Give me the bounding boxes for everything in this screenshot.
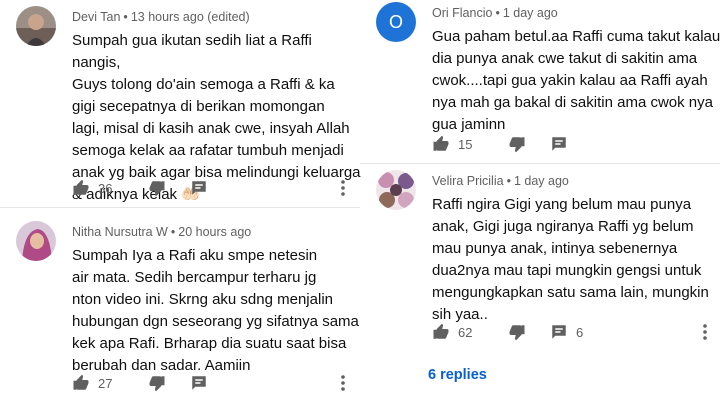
thumbs-down-icon	[149, 181, 165, 197]
comment-time[interactable]: 1 day ago	[503, 6, 558, 20]
comment-icon	[552, 325, 566, 339]
thumbs-down-icon	[509, 137, 525, 153]
dislike-button[interactable]	[124, 374, 166, 392]
like-button[interactable]: 62	[432, 323, 484, 341]
reply-button[interactable]	[526, 135, 568, 153]
thumbs-down-icon	[509, 325, 525, 341]
comment-actions: 62 6	[432, 320, 583, 344]
avatar[interactable]	[16, 6, 56, 46]
like-button[interactable]: 15	[432, 135, 484, 153]
reply-count: 6	[576, 324, 584, 340]
separator: •	[506, 174, 511, 188]
avatar[interactable]: O	[376, 2, 416, 42]
more-vert-icon[interactable]	[340, 374, 346, 392]
avatar-letter: O	[388, 11, 403, 32]
thumbs-up-icon	[73, 179, 89, 195]
reply-button[interactable]	[166, 374, 208, 392]
dislike-button[interactable]	[124, 179, 166, 197]
comment-text: Raffi ngira Gigi yang belum mau punya an…	[432, 196, 709, 323]
comment-actions: 27	[72, 371, 208, 395]
comment-text: Sumpah Iya a Rafi aku smpe netesin air m…	[72, 247, 359, 374]
comment-author[interactable]: Velira Pricilia	[432, 174, 504, 188]
dislike-button[interactable]	[484, 135, 526, 153]
comment-text: Gua paham betul.aa Raffi cuma takut kala…	[432, 28, 720, 133]
comment-time[interactable]: 1 day ago	[514, 174, 569, 188]
like-count: 36	[98, 180, 113, 196]
separator: •	[495, 6, 500, 20]
comment-icon	[192, 181, 206, 195]
comment-author[interactable]: Nitha Nursutra W	[72, 225, 168, 239]
comment-time[interactable]: 13 hours ago (edited)	[131, 10, 250, 24]
thumbs-up-icon	[73, 374, 89, 390]
separator: •	[170, 225, 176, 239]
comment-icon	[192, 376, 206, 390]
divider	[0, 207, 360, 208]
view-replies-link[interactable]: 6 replies	[428, 367, 487, 383]
more-vert-icon[interactable]	[340, 179, 346, 197]
comment-author[interactable]: Devi Tan	[72, 10, 120, 24]
thumbs-down-icon	[149, 376, 165, 392]
comment-actions: 15	[432, 132, 568, 156]
divider	[360, 163, 720, 164]
avatar[interactable]	[376, 170, 416, 210]
comment-author[interactable]: Ori Flancio	[432, 6, 492, 20]
like-count: 62	[458, 324, 473, 340]
like-count: 15	[458, 136, 473, 152]
dislike-button[interactable]	[484, 323, 526, 341]
like-button[interactable]: 27	[72, 374, 124, 392]
reply-button[interactable]	[166, 179, 208, 197]
avatar[interactable]	[16, 221, 56, 261]
reply-button[interactable]: 6	[526, 323, 583, 341]
like-count: 27	[98, 375, 113, 391]
comment-time[interactable]: 20 hours ago	[178, 225, 251, 239]
comment-actions: 36	[72, 176, 208, 200]
like-button[interactable]: 36	[72, 179, 124, 197]
comment-icon	[552, 137, 566, 151]
more-vert-icon[interactable]	[702, 323, 708, 341]
thumbs-up-icon	[433, 323, 449, 339]
thumbs-up-icon	[433, 135, 449, 151]
separator: •	[123, 10, 128, 24]
